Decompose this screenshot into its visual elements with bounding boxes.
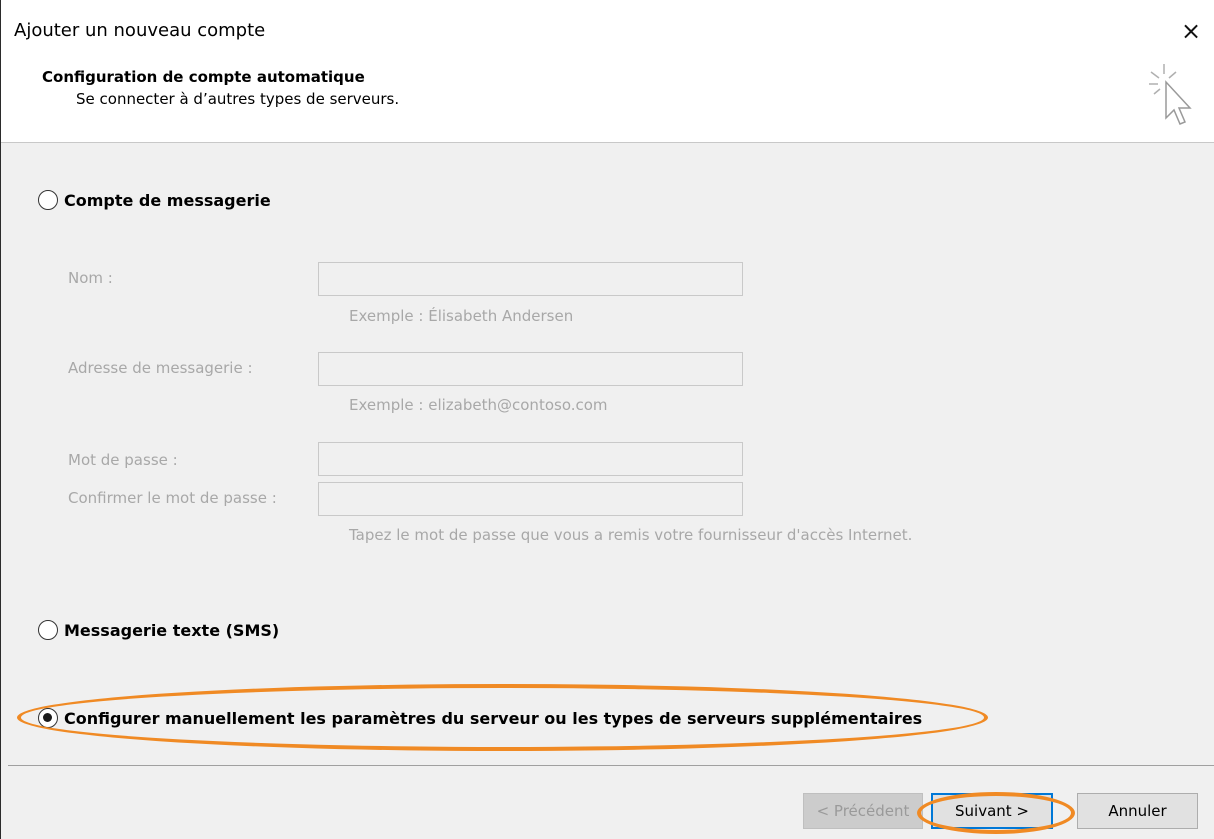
header-title: Configuration de compte automatique (42, 68, 365, 86)
option-email-account[interactable]: Compte de messagerie (38, 190, 271, 210)
confirm-password-label: Confirmer le mot de passe : (68, 489, 277, 507)
email-account-label: Compte de messagerie (64, 190, 271, 210)
close-icon[interactable]: × (1168, 12, 1214, 50)
password-label: Mot de passe : (68, 451, 178, 469)
window-title: Ajouter un nouveau compte (14, 20, 266, 41)
manual-radio[interactable] (38, 708, 58, 728)
option-manual[interactable]: Configurer manuellement les paramètres d… (38, 708, 922, 728)
footer-divider (8, 765, 1214, 766)
name-field[interactable] (318, 262, 743, 296)
password-field[interactable] (318, 442, 743, 476)
option-sms[interactable]: Messagerie texte (SMS) (38, 620, 279, 640)
sms-radio[interactable] (38, 620, 58, 640)
sms-label: Messagerie texte (SMS) (64, 620, 280, 640)
email-account-radio[interactable] (38, 190, 58, 210)
name-hint: Exemple : Élisabeth Andersen (349, 307, 574, 325)
email-field[interactable] (318, 352, 743, 386)
email-hint: Exemple : elizabeth@contoso.com (349, 396, 608, 414)
confirm-password-field[interactable] (318, 482, 743, 516)
name-label: Nom : (68, 269, 113, 287)
email-label: Adresse de messagerie : (68, 359, 253, 377)
wizard-cursor-icon (1149, 64, 1192, 125)
back-button[interactable]: < Précédent (803, 793, 923, 829)
password-hint: Tapez le mot de passe que vous a remis v… (349, 526, 913, 544)
cancel-button[interactable]: Annuler (1077, 793, 1198, 829)
header-subtitle: Se connecter à d’autres types de serveur… (76, 90, 400, 108)
add-account-dialog: Ajouter un nouveau compte × Configuratio… (0, 0, 1214, 839)
next-button[interactable]: Suivant > (931, 793, 1053, 829)
wizard-header: Configuration de compte automatique Se c… (1, 62, 1214, 143)
title-bar: Ajouter un nouveau compte × (1, 0, 1214, 62)
manual-label: Configurer manuellement les paramètres d… (64, 708, 923, 728)
